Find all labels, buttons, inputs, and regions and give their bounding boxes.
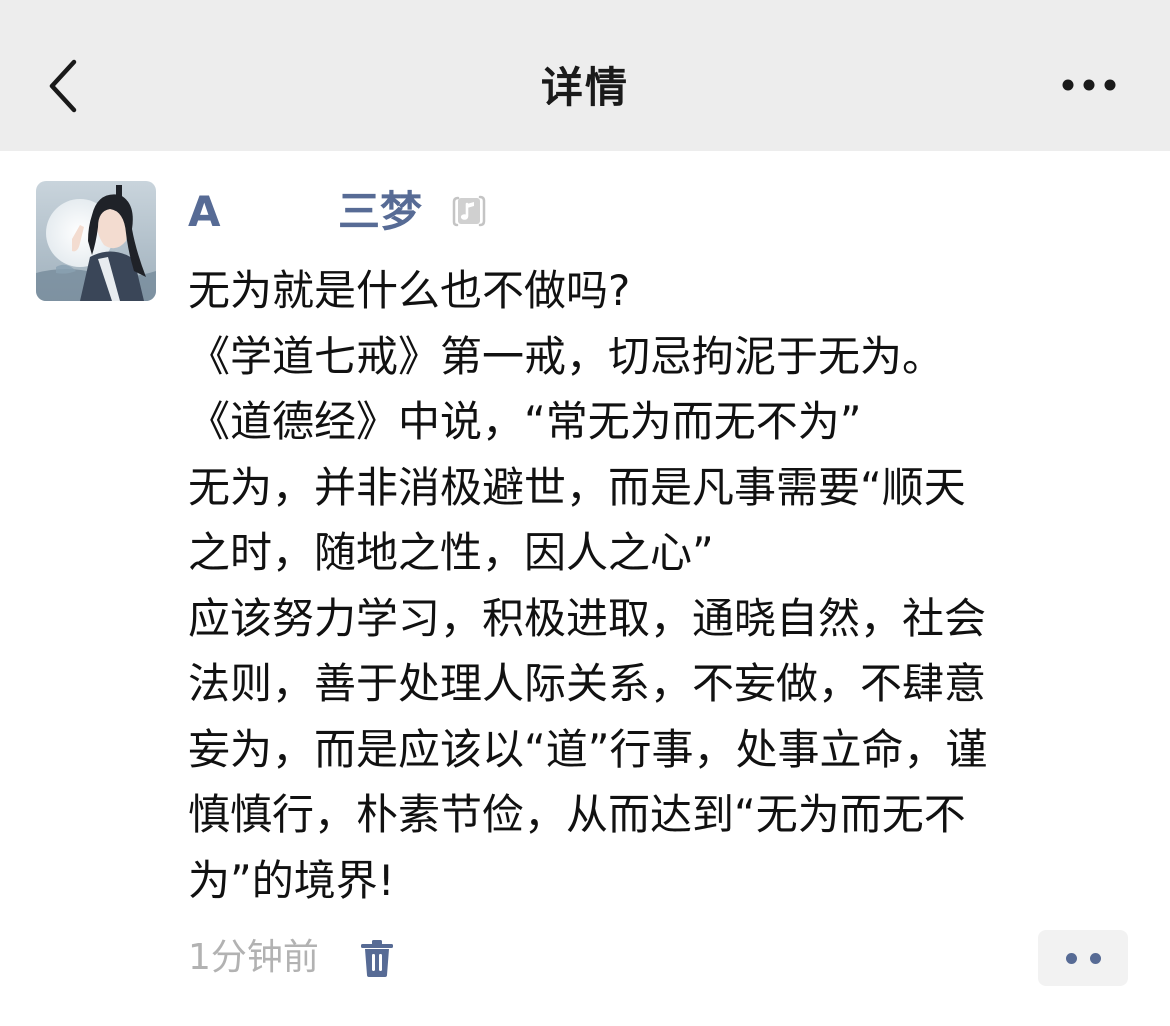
post-text-line: 应该努力学习，积极进取，通晓自然，社会: [188, 593, 987, 643]
two-dots-icon: [1090, 953, 1101, 964]
post-content: 无为就是什么也不做吗? 《学道七戒》第一戒，切忌拘泥于无为。 《道德经》中说，“…: [188, 258, 1138, 913]
top-navigation-bar: 详情: [0, 0, 1170, 151]
post-text-line: 妄为，而是应该以“道”行事，处事立命，谨: [188, 724, 988, 774]
author-name-part-2[interactable]: 三梦: [338, 184, 422, 240]
avatar-image: [36, 181, 156, 301]
post-text-line: 法则，善于处理人际关系，不妄做，不肆意: [188, 659, 987, 708]
post-footer: 1分钟前: [188, 930, 1138, 986]
author-avatar[interactable]: [36, 181, 156, 301]
author-name-row: A 三梦: [188, 184, 788, 240]
post-text-line: 之时，随地之性，因人之心”: [188, 528, 714, 577]
trash-icon: [361, 940, 393, 977]
two-dots-icon: [1066, 953, 1077, 964]
post-text-line: 《道德经》中说，“常无为而无不为”: [188, 397, 862, 446]
post-timestamp: 1分钟前: [188, 937, 319, 978]
post-text-line: 无为就是什么也不做吗?: [188, 266, 631, 315]
delete-button[interactable]: [358, 938, 396, 978]
page-title: 详情: [540, 63, 629, 112]
post-text-line: 慎慎行，朴素节俭，从而达到“无为而无不: [188, 790, 966, 839]
post-text-line: 无为，并非消极避世，而是凡事需要“顺天: [188, 462, 966, 512]
music-note-icon: [450, 194, 488, 228]
more-dots-icon: [1062, 79, 1116, 91]
post-text-line: 为”的境界!: [188, 855, 395, 905]
like-comment-button[interactable]: [1038, 930, 1128, 986]
author-name-part-1[interactable]: A: [188, 184, 221, 240]
more-options-button[interactable]: [1058, 72, 1122, 98]
moments-detail-page: 详情 A 三梦 无为就是什么也不做吗? 《学道七戒》第一戒，切忌拘泥于无为。 《…: [0, 0, 1170, 1026]
post-text-line: 《学道七戒》第一戒，切忌拘泥于无为。: [188, 331, 945, 381]
